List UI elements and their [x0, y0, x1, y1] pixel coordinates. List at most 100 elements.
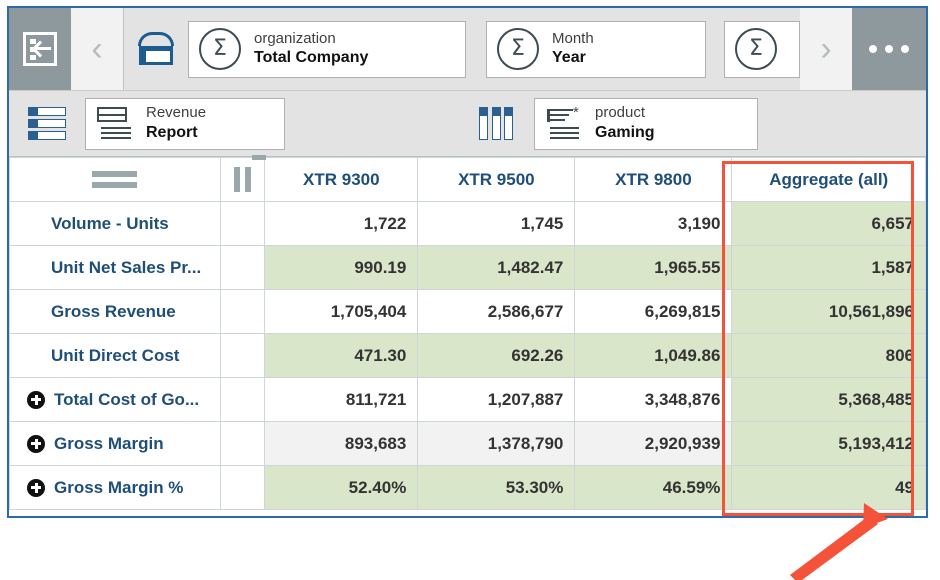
- cell-total-cost-of-goods-xtr-9300[interactable]: 811,721: [264, 377, 419, 422]
- expand-plus-icon[interactable]: [27, 478, 45, 497]
- cell-volume-units-xtr-9800[interactable]: 3,190: [574, 201, 733, 246]
- row-label-unit-direct-cost[interactable]: Unit Direct Cost: [9, 333, 221, 378]
- row-label-text: Total Cost of Go...: [54, 389, 200, 409]
- cell-unit-net-sales-price-xtr-9300[interactable]: 990.19: [264, 245, 419, 290]
- workbook-view-button[interactable]: [124, 8, 188, 90]
- cell-unit-direct-cost-xtr-9500[interactable]: 692.26: [417, 333, 576, 378]
- cell-unit-direct-cost-xtr-9800[interactable]: 1,049.86: [574, 333, 733, 378]
- cell-unit-net-sales-price-xtr-9800[interactable]: 1,965.55: [574, 245, 733, 290]
- row-split-cell: [219, 289, 266, 334]
- sigma-icon: Σ: [497, 28, 539, 70]
- filter-chip-organization[interactable]: Σ organization Total Company: [188, 20, 466, 78]
- row-split-cell: [219, 201, 266, 246]
- table-row[interactable]: Gross Margin 893,683 1,378,790 2,920,939…: [9, 421, 926, 466]
- column-split-header[interactable]: [219, 157, 266, 202]
- columns-layout-button[interactable]: [458, 91, 534, 156]
- cell-gross-revenue-xtr-9500[interactable]: 2,586,677: [417, 289, 576, 334]
- cell-volume-units-xtr-9300[interactable]: 1,722: [264, 201, 419, 246]
- row-label-gross-margin-percent[interactable]: Gross Margin %: [9, 465, 221, 510]
- table-row[interactable]: Gross Margin % 52.40% 53.30% 46.59% 49: [9, 465, 926, 510]
- report-icon: [96, 106, 132, 142]
- cell-gross-margin-xtr-9300[interactable]: 893,683: [264, 421, 419, 466]
- row-label-unit-net-sales-price[interactable]: Unit Net Sales Pr...: [9, 245, 221, 290]
- collapse-panel-button[interactable]: [9, 8, 71, 90]
- table-row[interactable]: Total Cost of Go... 811,721 1,207,887 3,…: [9, 377, 926, 422]
- expand-plus-icon[interactable]: [27, 390, 45, 409]
- cell-gross-margin-percent-xtr-9500[interactable]: 53.30%: [417, 465, 576, 510]
- column-header-xtr-9500[interactable]: XTR 9500: [417, 157, 576, 202]
- chip-value-gaming: Gaming: [595, 123, 655, 141]
- dot-icon: [869, 45, 877, 53]
- cell-volume-units-xtr-9500[interactable]: 1,745: [417, 201, 576, 246]
- more-options-button[interactable]: [852, 8, 926, 90]
- cell-unit-net-sales-price-aggregate[interactable]: 1,587: [731, 245, 926, 290]
- row-label-text: Gross Margin %: [54, 477, 184, 497]
- report-chip-revenue[interactable]: Revenue Report: [85, 97, 285, 150]
- top-toolbar: ‹ Σ organization Total Company Σ Month Y…: [9, 8, 926, 91]
- cell-gross-margin-percent-xtr-9800[interactable]: 46.59%: [574, 465, 733, 510]
- expand-plus-icon[interactable]: [27, 434, 45, 453]
- table-body: Volume - Units 1,722 1,745 3,190 6,657 U…: [9, 201, 926, 510]
- row-label-text: Volume - Units: [51, 213, 169, 233]
- chevron-left-icon: ‹: [91, 30, 103, 68]
- row-label-gross-margin[interactable]: Gross Margin: [9, 421, 221, 466]
- chip-label-month: Month: [552, 29, 594, 47]
- row-split-cell: [219, 333, 266, 378]
- chip-label-revenue: Revenue: [146, 104, 207, 122]
- product-chip-gaming[interactable]: * product Gaming: [534, 97, 758, 150]
- cell-total-cost-of-goods-xtr-9800[interactable]: 3,348,876: [574, 377, 733, 422]
- table-row[interactable]: Unit Net Sales Pr... 990.19 1,482.47 1,9…: [9, 245, 926, 290]
- cell-gross-revenue-xtr-9300[interactable]: 1,705,404: [264, 289, 419, 334]
- pivot-table-container: XTR 9300 XTR 9500 XTR 9800 Aggregate (al…: [9, 157, 926, 510]
- table-row[interactable]: Gross Revenue 1,705,404 2,586,677 6,269,…: [9, 289, 926, 334]
- filter-chip-truncated[interactable]: Σ: [724, 20, 800, 78]
- row-split-cell: [219, 465, 266, 510]
- cell-gross-margin-percent-xtr-9300[interactable]: 52.40%: [264, 465, 419, 510]
- chip-gap: [706, 8, 724, 90]
- column-split-icon: [232, 167, 254, 192]
- chevron-right-icon: ›: [820, 30, 832, 68]
- chip-value-report: Report: [146, 123, 198, 141]
- secondary-toolbar: Revenue Report * product Gaming: [9, 91, 926, 157]
- cell-gross-revenue-xtr-9800[interactable]: 6,269,815: [574, 289, 733, 334]
- row-handle-header[interactable]: [9, 157, 221, 202]
- column-header-xtr-9800[interactable]: XTR 9800: [574, 157, 733, 202]
- header-row: XTR 9300 XTR 9500 XTR 9800 Aggregate (al…: [9, 157, 926, 202]
- cell-unit-direct-cost-aggregate[interactable]: 806: [731, 333, 926, 378]
- application-window: ‹ Σ organization Total Company Σ Month Y…: [7, 6, 928, 518]
- chip-value-organization: Total Company: [254, 49, 369, 67]
- row-label-text: Gross Margin: [54, 433, 164, 453]
- sigma-icon: Σ: [735, 28, 777, 70]
- sigma-icon: Σ: [199, 28, 241, 70]
- chip-label-organization: organization: [254, 29, 336, 47]
- row-label-volume-units[interactable]: Volume - Units: [9, 201, 221, 246]
- cell-unit-direct-cost-xtr-9300[interactable]: 471.30: [264, 333, 419, 378]
- cell-gross-margin-xtr-9800[interactable]: 2,920,939: [574, 421, 733, 466]
- cell-gross-margin-aggregate[interactable]: 5,193,412: [731, 421, 926, 466]
- cell-unit-net-sales-price-xtr-9500[interactable]: 1,482.47: [417, 245, 576, 290]
- table-row[interactable]: Unit Direct Cost 471.30 692.26 1,049.86 …: [9, 333, 926, 378]
- scroll-indicator[interactable]: [252, 155, 266, 160]
- chip-value-month: Year: [552, 49, 586, 67]
- cell-gross-margin-xtr-9500[interactable]: 1,378,790: [417, 421, 576, 466]
- column-header-xtr-9300[interactable]: XTR 9300: [264, 157, 419, 202]
- row-label-text: Unit Direct Cost: [51, 345, 180, 365]
- next-button[interactable]: ›: [800, 8, 852, 90]
- cell-total-cost-of-goods-xtr-9500[interactable]: 1,207,887: [417, 377, 576, 422]
- table-header: XTR 9300 XTR 9500 XTR 9800 Aggregate (al…: [9, 157, 926, 202]
- window-icon: [136, 32, 176, 66]
- cell-gross-revenue-aggregate[interactable]: 10,561,896: [731, 289, 926, 334]
- cell-total-cost-of-goods-aggregate[interactable]: 5,368,485: [731, 377, 926, 422]
- table-row[interactable]: Volume - Units 1,722 1,745 3,190 6,657: [9, 201, 926, 246]
- row-label-total-cost-of-goods[interactable]: Total Cost of Go...: [9, 377, 221, 422]
- row-label-gross-revenue[interactable]: Gross Revenue: [9, 289, 221, 334]
- filter-chip-month[interactable]: Σ Month Year: [486, 20, 706, 78]
- cell-volume-units-aggregate[interactable]: 6,657: [731, 201, 926, 246]
- drag-handle-icon: [21, 171, 209, 188]
- row-split-cell: [219, 245, 266, 290]
- cell-gross-margin-percent-aggregate[interactable]: 49: [731, 465, 926, 510]
- column-header-aggregate-all[interactable]: Aggregate (all): [731, 157, 926, 202]
- previous-button[interactable]: ‹: [71, 8, 123, 90]
- rows-layout-button[interactable]: [9, 91, 85, 156]
